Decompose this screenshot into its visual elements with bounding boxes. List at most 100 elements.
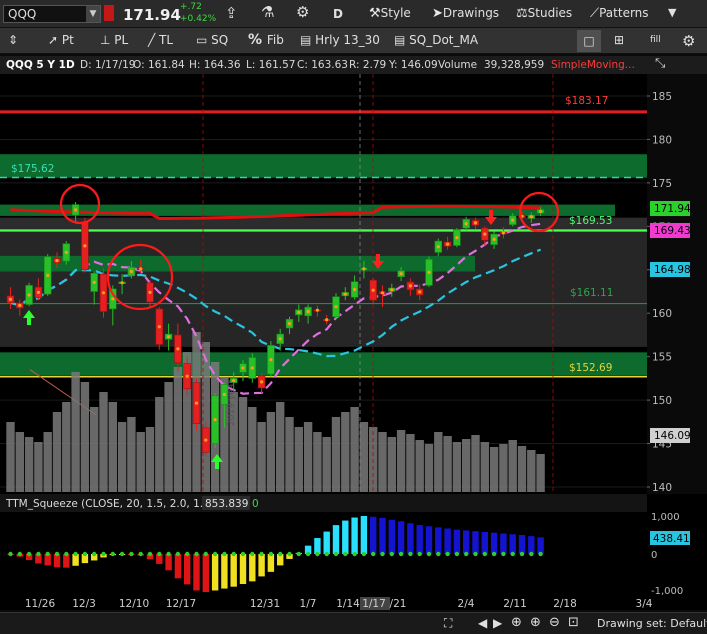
price-tick-label: 160 — [652, 308, 672, 320]
ttm-dot — [445, 551, 450, 557]
grid-layout-icon[interactable]: ⊞ — [614, 33, 624, 47]
chart-settings-icon[interactable]: ⚙ — [682, 32, 695, 50]
share-icon[interactable]: ⇪ — [225, 4, 238, 22]
ttm-bar — [509, 534, 516, 554]
drawing-set-label[interactable]: Drawing set: Default — [597, 617, 707, 630]
trendline-icon: ╱ — [148, 33, 160, 47]
sqdot-preset[interactable]: ▤ SQ_Dot_MA — [394, 33, 478, 47]
ttm-dot — [82, 551, 88, 557]
volume-bar — [6, 422, 15, 492]
teal-top-label: $175.62 — [11, 163, 54, 175]
chevron-down-icon[interactable]: ▼ — [86, 6, 100, 22]
drawings-button[interactable]: ➤ Drawings — [432, 6, 499, 21]
ttm-bar — [528, 536, 535, 554]
volume-bar — [15, 432, 24, 492]
zoom-out-icon[interactable]: ⊖ — [549, 615, 560, 630]
fib-label: Fib — [266, 33, 284, 47]
candle-dot — [353, 287, 357, 292]
candle-dot — [148, 290, 152, 294]
ttm-tick-top: 1,000 — [651, 512, 680, 523]
candle-dot — [325, 318, 329, 322]
ttm-value2: 0 — [252, 498, 259, 510]
ttm-dot — [296, 551, 301, 557]
candle-dot — [464, 222, 468, 226]
candle-dot — [315, 308, 319, 312]
collapse-icon[interactable]: ⤡ — [655, 56, 665, 71]
expand-icon[interactable]: ⛶ — [444, 616, 452, 631]
pan-right-icon[interactable]: ▶ — [493, 616, 502, 630]
drawing-toolbar: ⇕ ➚ Pt ⊥ PL ╱ TL ▭ SQ % Fib ▤ Hrly 13_30… — [0, 28, 707, 54]
ttm-dot — [73, 551, 78, 557]
price-tick-label: 180 — [652, 134, 672, 146]
candle-dot — [83, 244, 87, 248]
price-change: +.72 — [180, 2, 202, 12]
volume-bar — [396, 430, 406, 492]
tl-label: TL — [159, 33, 174, 47]
last-price: 171.94 — [123, 6, 181, 24]
hrly-preset[interactable]: ▤ Hrly 13_30 — [300, 33, 380, 47]
yellow-line-label: $152.69 — [569, 362, 612, 374]
candle-dot — [269, 358, 273, 362]
info-close: C: 163.63 — [297, 59, 348, 71]
volume-bar — [285, 417, 294, 492]
volume-bar — [359, 422, 369, 492]
price-chart[interactable]: $183.17 $175.62 $169.53 $161.11 $152.69 … — [0, 74, 707, 494]
timeframe-button[interactable]: D — [333, 7, 343, 21]
volume-bar — [434, 432, 443, 492]
zoom-in-icon[interactable]: ⊕ — [530, 615, 541, 630]
ttm-dot — [101, 551, 106, 557]
ttm-dot — [333, 551, 339, 557]
style-icon: ⚒ — [369, 6, 381, 21]
settings-icon[interactable]: ⇕ — [8, 33, 18, 47]
date-tick-label: 2/18 — [553, 598, 577, 610]
symbol-selector[interactable]: QQQ ▼ — [3, 5, 101, 23]
ttm-bar — [258, 554, 265, 577]
candle-dot — [446, 242, 450, 246]
ttm-dot — [473, 551, 478, 557]
ttm-bar — [239, 554, 247, 585]
ttm-bar — [249, 554, 256, 582]
patterns-button[interactable]: ⟋ Patterns — [590, 6, 649, 21]
ttm-dot — [129, 551, 134, 557]
volume-bar — [108, 402, 117, 492]
candle-dot — [64, 250, 68, 254]
ttm-bar — [184, 554, 191, 585]
studies-button[interactable]: ⚖ Studies — [516, 6, 572, 21]
patterns-dropdown-icon[interactable]: ▼ — [668, 6, 676, 19]
volume-bar — [499, 444, 508, 492]
ttm-bar — [370, 516, 377, 554]
ttm-bar — [221, 554, 228, 589]
crosshair-icon[interactable]: ⊕ — [511, 615, 522, 630]
candle-dot — [390, 288, 394, 292]
fill-toggle[interactable]: fill — [650, 35, 661, 45]
date-tick-label: 1/17 — [362, 598, 386, 610]
candle-dot — [74, 208, 78, 212]
ttm-dot — [380, 551, 385, 557]
volume-bar — [350, 407, 359, 492]
ttm-bar — [360, 516, 368, 554]
volume-bar — [136, 432, 145, 492]
ttm-bar — [174, 554, 182, 579]
ttm-bar — [444, 528, 451, 554]
candle-dot — [194, 401, 199, 405]
band-middle-green — [0, 255, 475, 272]
single-layout-button[interactable]: □ — [577, 30, 601, 52]
ttm-squeeze-panel[interactable]: TTM_Squeeze (CLOSE, 20, 1.5, 2.0, 1.0) 8… — [0, 494, 707, 610]
price-level-tool[interactable]: ⊥ PL — [100, 33, 128, 47]
info-volume-label: Volume — [438, 59, 478, 71]
zoom-fit-icon[interactable]: ⊡ — [568, 615, 579, 630]
trendline-tool[interactable]: ╱ TL — [148, 33, 173, 47]
pan-left-icon[interactable]: ◀ — [478, 616, 487, 630]
candle-dot — [427, 270, 431, 274]
pointer-tool[interactable]: ➚ Pt — [48, 33, 74, 47]
info-low: L: 161.57 — [246, 59, 296, 71]
flask-icon[interactable]: ⚗ — [261, 3, 274, 21]
candle-dot — [129, 269, 133, 274]
volume-bar — [331, 417, 341, 492]
fibonacci-tool[interactable]: % Fib — [248, 32, 284, 48]
candle-dot — [511, 218, 515, 222]
gear-icon[interactable]: ⚙ — [296, 3, 309, 21]
rectangle-tool[interactable]: ▭ SQ — [196, 33, 228, 47]
style-button[interactable]: ⚒ Style — [369, 6, 411, 21]
ttm-dot — [436, 551, 441, 557]
